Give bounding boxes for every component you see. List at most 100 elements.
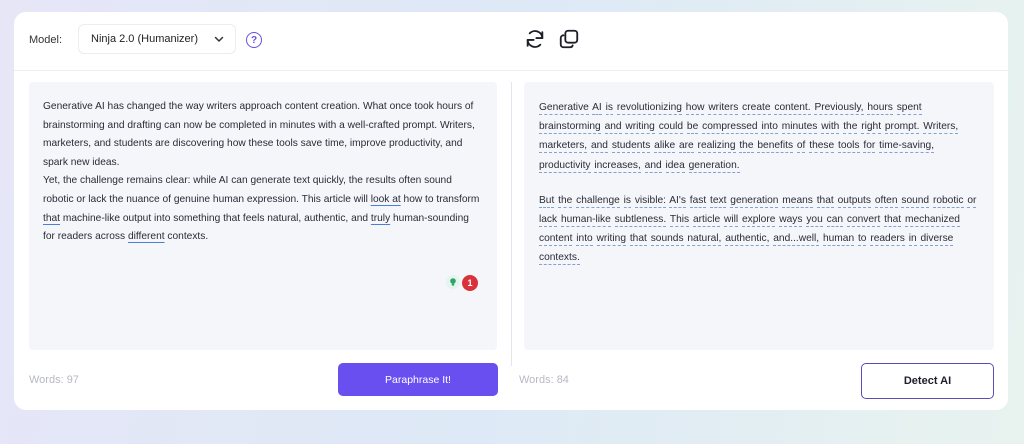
output-word[interactable]: will — [723, 214, 739, 228]
output-paragraph-2: But the challenge is visible: AI's fast … — [539, 191, 982, 268]
output-word[interactable]: authentic, — [725, 233, 770, 247]
output-word[interactable]: students — [611, 140, 651, 154]
output-word[interactable]: sounds — [650, 233, 684, 247]
output-word[interactable]: you — [806, 214, 823, 228]
output-word[interactable]: and — [644, 159, 662, 173]
output-word[interactable]: is — [605, 102, 613, 115]
model-dropdown[interactable]: Ninja 2.0 (Humanizer) — [78, 24, 236, 54]
output-word[interactable]: generation — [730, 194, 779, 208]
output-word[interactable]: robotic — [932, 194, 964, 208]
output-word[interactable]: of — [796, 140, 806, 154]
output-word[interactable]: that — [884, 214, 902, 228]
output-word[interactable]: into — [761, 121, 778, 135]
output-word[interactable]: writing — [596, 233, 626, 247]
output-word[interactable]: how — [685, 102, 705, 115]
grammar-badges[interactable]: 1 — [446, 275, 478, 291]
output-word[interactable]: minutes — [781, 121, 818, 135]
detect-ai-button[interactable]: Detect AI — [861, 363, 994, 399]
output-word[interactable]: be — [686, 121, 699, 135]
output-word[interactable]: are — [678, 140, 694, 154]
output-word[interactable]: content — [539, 233, 573, 247]
output-word[interactable]: outputs — [837, 194, 871, 208]
output-word[interactable]: Generative — [539, 102, 589, 115]
output-word[interactable]: and...well, — [773, 233, 820, 247]
output-word[interactable]: to — [857, 233, 867, 247]
flagged-phrase[interactable]: that — [43, 213, 60, 224]
output-word[interactable]: challenge — [576, 194, 620, 208]
output-word[interactable]: idea — [665, 159, 685, 173]
output-word[interactable]: marketers, — [539, 140, 588, 154]
output-word[interactable]: for — [863, 140, 876, 154]
output-word[interactable]: the — [739, 140, 754, 154]
output-word[interactable]: and — [590, 140, 608, 154]
copy-icon[interactable] — [558, 28, 580, 50]
output-word[interactable]: human-like — [560, 214, 611, 228]
output-word[interactable]: alike — [654, 140, 676, 154]
output-word[interactable]: revolutionizing — [616, 102, 682, 115]
output-word[interactable]: can — [826, 214, 844, 228]
output-word[interactable]: mechanized — [904, 214, 960, 228]
output-word[interactable]: natural, — [687, 233, 722, 247]
output-word[interactable]: ways — [779, 214, 803, 228]
output-word[interactable]: hours — [867, 102, 893, 115]
output-word[interactable]: that — [816, 194, 834, 208]
output-word[interactable]: benefits — [757, 140, 794, 154]
output-word[interactable]: AI — [592, 102, 602, 115]
output-word[interactable]: AI's — [669, 194, 686, 208]
output-word[interactable]: the — [843, 121, 858, 135]
output-word[interactable]: contexts. — [539, 252, 580, 266]
output-word[interactable]: often — [874, 194, 898, 208]
output-word[interactable]: Writers, — [923, 121, 959, 135]
output-word[interactable]: productivity — [539, 159, 591, 173]
output-word[interactable]: realizing — [697, 140, 736, 154]
output-word[interactable]: fast — [689, 194, 707, 208]
output-word[interactable]: into — [576, 233, 593, 247]
output-word[interactable]: compressed — [702, 121, 758, 135]
output-word[interactable]: generation. — [688, 159, 740, 173]
input-text-area[interactable]: Generative AI has changed the way writer… — [29, 82, 497, 350]
output-word[interactable]: diverse — [920, 233, 954, 247]
refresh-icon[interactable] — [524, 28, 546, 50]
output-word[interactable]: convert — [846, 214, 881, 228]
output-word[interactable]: content. — [774, 102, 811, 115]
output-word[interactable]: the — [558, 194, 573, 208]
output-word[interactable]: these — [809, 140, 835, 154]
output-word[interactable]: Previously, — [814, 102, 864, 115]
output-word[interactable]: spent — [896, 102, 922, 115]
output-word[interactable]: text — [710, 194, 727, 208]
output-word[interactable]: means — [782, 194, 813, 208]
output-word[interactable]: human — [822, 233, 855, 247]
output-word[interactable]: and — [604, 121, 622, 135]
output-word[interactable]: visible: — [634, 194, 666, 208]
output-word[interactable]: subtleness. — [614, 214, 667, 228]
output-word[interactable]: writing — [625, 121, 655, 135]
output-word[interactable]: or — [967, 194, 977, 208]
output-word[interactable]: prompt. — [884, 121, 920, 135]
output-word[interactable]: brainstorming — [539, 121, 601, 135]
output-word[interactable]: in — [908, 233, 917, 247]
output-word[interactable]: This — [669, 214, 690, 228]
output-word[interactable]: is — [623, 194, 631, 208]
output-word[interactable]: readers — [870, 233, 905, 247]
error-count-badge[interactable]: 1 — [462, 275, 478, 291]
flagged-phrase[interactable]: different — [128, 231, 165, 242]
output-word[interactable]: But — [539, 194, 555, 208]
output-word[interactable]: sound — [901, 194, 930, 208]
output-word[interactable]: writers — [708, 102, 739, 115]
output-word[interactable]: that — [629, 233, 647, 247]
output-word[interactable]: increases, — [594, 159, 641, 173]
output-word[interactable]: could — [658, 121, 684, 135]
output-word[interactable]: time-saving, — [879, 140, 935, 154]
flagged-phrase[interactable]: truly — [371, 213, 390, 224]
paraphrase-button[interactable]: Paraphrase It! — [338, 363, 498, 396]
output-word[interactable]: lack — [539, 214, 558, 228]
output-word[interactable]: explore — [741, 214, 776, 228]
flagged-phrase[interactable]: look at — [371, 194, 401, 205]
output-word[interactable]: article — [692, 214, 721, 228]
output-word[interactable]: tools — [838, 140, 860, 154]
question-circle-icon[interactable]: ? — [246, 32, 262, 48]
lightbulb-icon[interactable] — [446, 275, 460, 289]
output-word[interactable]: create — [742, 102, 771, 115]
output-word[interactable]: with — [821, 121, 840, 135]
output-word[interactable]: right — [861, 121, 882, 135]
